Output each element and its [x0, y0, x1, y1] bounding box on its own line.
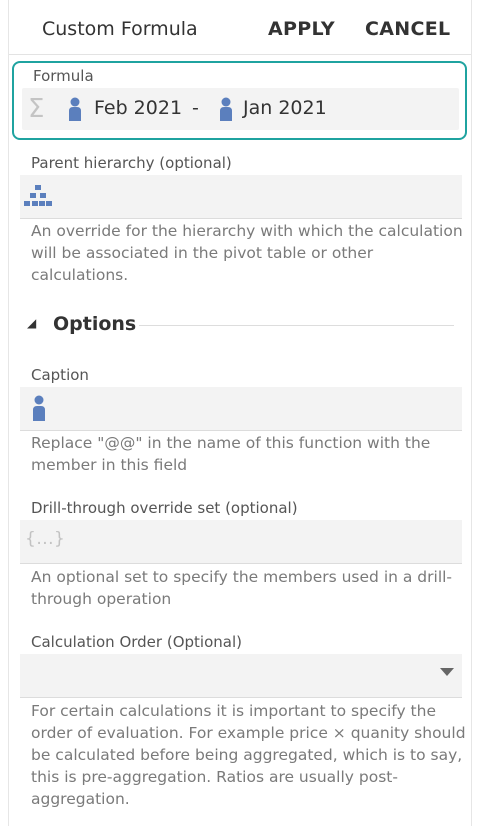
cancel-button[interactable]: CANCEL [365, 18, 450, 40]
formula-member-b[interactable]: Jan 2021 [243, 97, 327, 119]
options-divider [139, 325, 454, 326]
panel-header: Custom Formula APPLY CANCEL [9, 0, 471, 55]
collapse-triangle-icon[interactable]: ◢ [27, 316, 36, 330]
chevron-down-icon[interactable] [440, 668, 454, 676]
apply-button[interactable]: APPLY [268, 18, 335, 40]
parent-hierarchy-help: An override for the hierarchy with which… [31, 222, 463, 284]
options-toggle[interactable]: ◢ Options [27, 313, 457, 341]
member-icon [33, 395, 45, 421]
sigma-icon[interactable]: Σ [28, 94, 44, 124]
set-braces-icon: {...} [25, 529, 66, 549]
calculation-order-select[interactable] [20, 654, 462, 698]
member-icon [69, 97, 81, 121]
calculation-order-help: For certain calculations it is important… [31, 702, 466, 808]
drill-through-label: Drill-through override set (optional) [31, 499, 298, 517]
calculation-order-label: Calculation Order (Optional) [31, 633, 242, 651]
custom-formula-panel: Custom Formula APPLY CANCEL Formula Σ Fe… [8, 0, 472, 826]
options-heading: Options [53, 313, 137, 335]
drill-through-field[interactable]: {...} [20, 520, 462, 564]
caption-label: Caption [31, 366, 89, 384]
formula-label: Formula [33, 67, 94, 85]
parent-hierarchy-label: Parent hierarchy (optional) [31, 154, 232, 172]
member-icon [220, 97, 232, 121]
formula-operator[interactable]: - [192, 97, 199, 119]
drill-through-help: An optional set to specify the members u… [31, 568, 453, 608]
formula-member-a[interactable]: Feb 2021 [94, 97, 182, 119]
parent-hierarchy-field[interactable] [20, 175, 462, 219]
caption-field[interactable] [20, 387, 462, 431]
formula-field[interactable]: Σ Feb 2021 - Jan 2021 [22, 88, 459, 130]
formula-section: Formula Σ Feb 2021 - Jan 2021 [12, 61, 467, 140]
hierarchy-icon [24, 185, 52, 206]
panel-title: Custom Formula [42, 18, 198, 40]
caption-help: Replace "@@" in the name of this functio… [31, 434, 431, 474]
